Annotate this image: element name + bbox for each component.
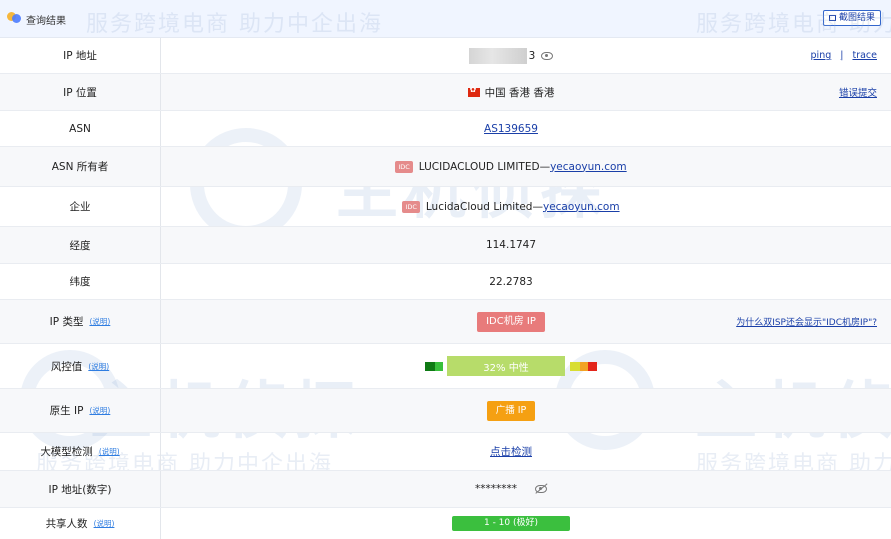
risk-scale-elevated	[570, 361, 580, 371]
value-shared-users: 1 - 10 (极好)	[161, 508, 861, 539]
company-name: LucidaCloud Limited	[425, 200, 533, 213]
value-asn-owner: IDC LUCIDACLOUD LIMITED — yecaoyun.com	[161, 147, 861, 186]
row-risk: 风控值 (说明) 32% 中性	[0, 344, 891, 389]
value-ip-number: ********	[161, 471, 861, 507]
label-risk: 风控值 (说明)	[0, 344, 161, 388]
value-ip-address: 3	[161, 38, 861, 73]
value-company: IDC LucidaCloud Limited — yecaoyun.com	[161, 187, 861, 226]
risk-meter: 32% 中性	[425, 356, 597, 376]
row-asn-owner: ASN 所有者 IDC LUCIDACLOUD LIMITED — yecaoy…	[0, 147, 891, 187]
risk-scale-low	[435, 361, 443, 371]
label-asn-owner: ASN 所有者	[0, 147, 161, 186]
ip-type-explain-link[interactable]: (说明)	[89, 316, 110, 327]
idc-badge: IDC	[395, 160, 413, 173]
asn-owner-domain-link[interactable]: yecaoyun.com	[550, 161, 627, 173]
ip-tools: ping | trace	[811, 38, 877, 73]
asn-owner-name: LUCIDACLOUD LIMITED	[418, 160, 540, 173]
eye-slash-icon[interactable]	[535, 485, 547, 493]
native-label-text: 原生 IP	[49, 405, 84, 417]
row-asn: ASN AS139659	[0, 111, 891, 147]
link-separator: |	[840, 50, 844, 61]
value-risk: 32% 中性	[161, 344, 861, 388]
value-latitude: 22.2783	[489, 275, 533, 288]
results-header: 查询结果 截图结果	[0, 0, 891, 38]
header-title: 查询结果	[26, 16, 66, 27]
row-longitude: 经度 114.1747	[0, 227, 891, 264]
eye-icon[interactable]	[541, 51, 554, 60]
asn-owner-dash: —	[539, 160, 551, 173]
idc-badge: IDC	[402, 200, 420, 213]
native-explain-link[interactable]: (说明)	[89, 405, 110, 416]
label-ip-location: IP 位置	[0, 74, 161, 110]
risk-scale-very-high	[588, 361, 597, 371]
ping-link[interactable]: ping	[811, 50, 832, 61]
risk-score-bar: 32% 中性	[447, 356, 565, 376]
label-native-ip: 原生 IP (说明)	[0, 389, 161, 432]
shared-label-text: 共享人数	[45, 518, 88, 530]
ai-check-label-text: 大模型检测	[40, 446, 93, 458]
shared-users-badge: 1 - 10 (极好)	[452, 516, 570, 531]
click-detect-link[interactable]: 点击检测	[490, 444, 532, 459]
label-company: 企业	[0, 187, 161, 226]
value-ai-check: 点击检测	[161, 433, 861, 470]
value-ip-location: 中国 香港 香港	[161, 74, 861, 110]
company-dash: —	[532, 200, 543, 213]
value-longitude: 114.1747	[485, 239, 537, 251]
risk-label-text: 风控值	[50, 360, 83, 373]
logo-icon	[7, 12, 21, 24]
masked-ip	[468, 47, 527, 64]
asn-link[interactable]: AS139659	[484, 123, 538, 135]
ip-tail: 3	[528, 49, 536, 62]
ip-type-label-text: IP 类型	[49, 316, 84, 328]
report-error-link[interactable]: 错误提交	[839, 74, 877, 110]
screenshot-button[interactable]: 截图结果	[822, 10, 881, 26]
location-text: 中国 香港 香港	[484, 86, 555, 99]
value-asn: AS139659	[161, 111, 861, 146]
risk-scale-very-low	[425, 361, 435, 371]
row-shared-users: 共享人数 (说明) 1 - 10 (极好)	[0, 508, 891, 539]
shared-explain-link[interactable]: (说明)	[94, 518, 115, 529]
label-ip-address: IP 地址	[0, 38, 161, 73]
label-shared-users: 共享人数 (说明)	[0, 508, 161, 539]
row-ip-location: IP 位置 中国 香港 香港 错误提交	[0, 74, 891, 111]
row-latitude: 纬度 22.2783	[0, 264, 891, 300]
row-ai-check: 大模型检测 (说明) 点击检测	[0, 433, 891, 471]
value-native-ip: 广播 IP	[161, 389, 861, 432]
risk-scale-high	[580, 361, 588, 371]
label-asn: ASN	[0, 111, 161, 146]
label-ip-type: IP 类型 (说明)	[0, 300, 161, 343]
risk-explain-link[interactable]: (说明)	[88, 361, 109, 372]
ip-number-masked: ********	[475, 483, 517, 495]
row-ip-number: IP 地址(数字) ********	[0, 471, 891, 508]
hk-flag-icon	[467, 85, 480, 97]
row-company: 企业 IDC LucidaCloud Limited — yecaoyun.co…	[0, 187, 891, 227]
label-latitude: 纬度	[0, 264, 161, 299]
label-longitude: 经度	[0, 227, 161, 263]
broadcast-ip-badge: 广播 IP	[486, 400, 536, 421]
label-ai-check: 大模型检测 (说明)	[0, 433, 161, 470]
ip-type-badge: IDC机房 IP	[477, 311, 545, 332]
screenshot-icon	[828, 15, 836, 21]
trace-link[interactable]: trace	[852, 50, 877, 61]
ip-type-help-link[interactable]: 为什么双ISP还会显示"IDC机房IP"?	[736, 300, 877, 343]
ai-check-explain-link[interactable]: (说明)	[99, 446, 120, 457]
company-domain-link[interactable]: yecaoyun.com	[543, 201, 620, 213]
row-ip-address: IP 地址 3 ping | trace	[0, 38, 891, 74]
row-native-ip: 原生 IP (说明) 广播 IP	[0, 389, 891, 433]
label-ip-number: IP 地址(数字)	[0, 471, 161, 507]
row-ip-type: IP 类型 (说明) IDC机房 IP 为什么双ISP还会显示"IDC机房IP"…	[0, 300, 891, 344]
screenshot-button-label: 截图结果	[838, 13, 875, 23]
